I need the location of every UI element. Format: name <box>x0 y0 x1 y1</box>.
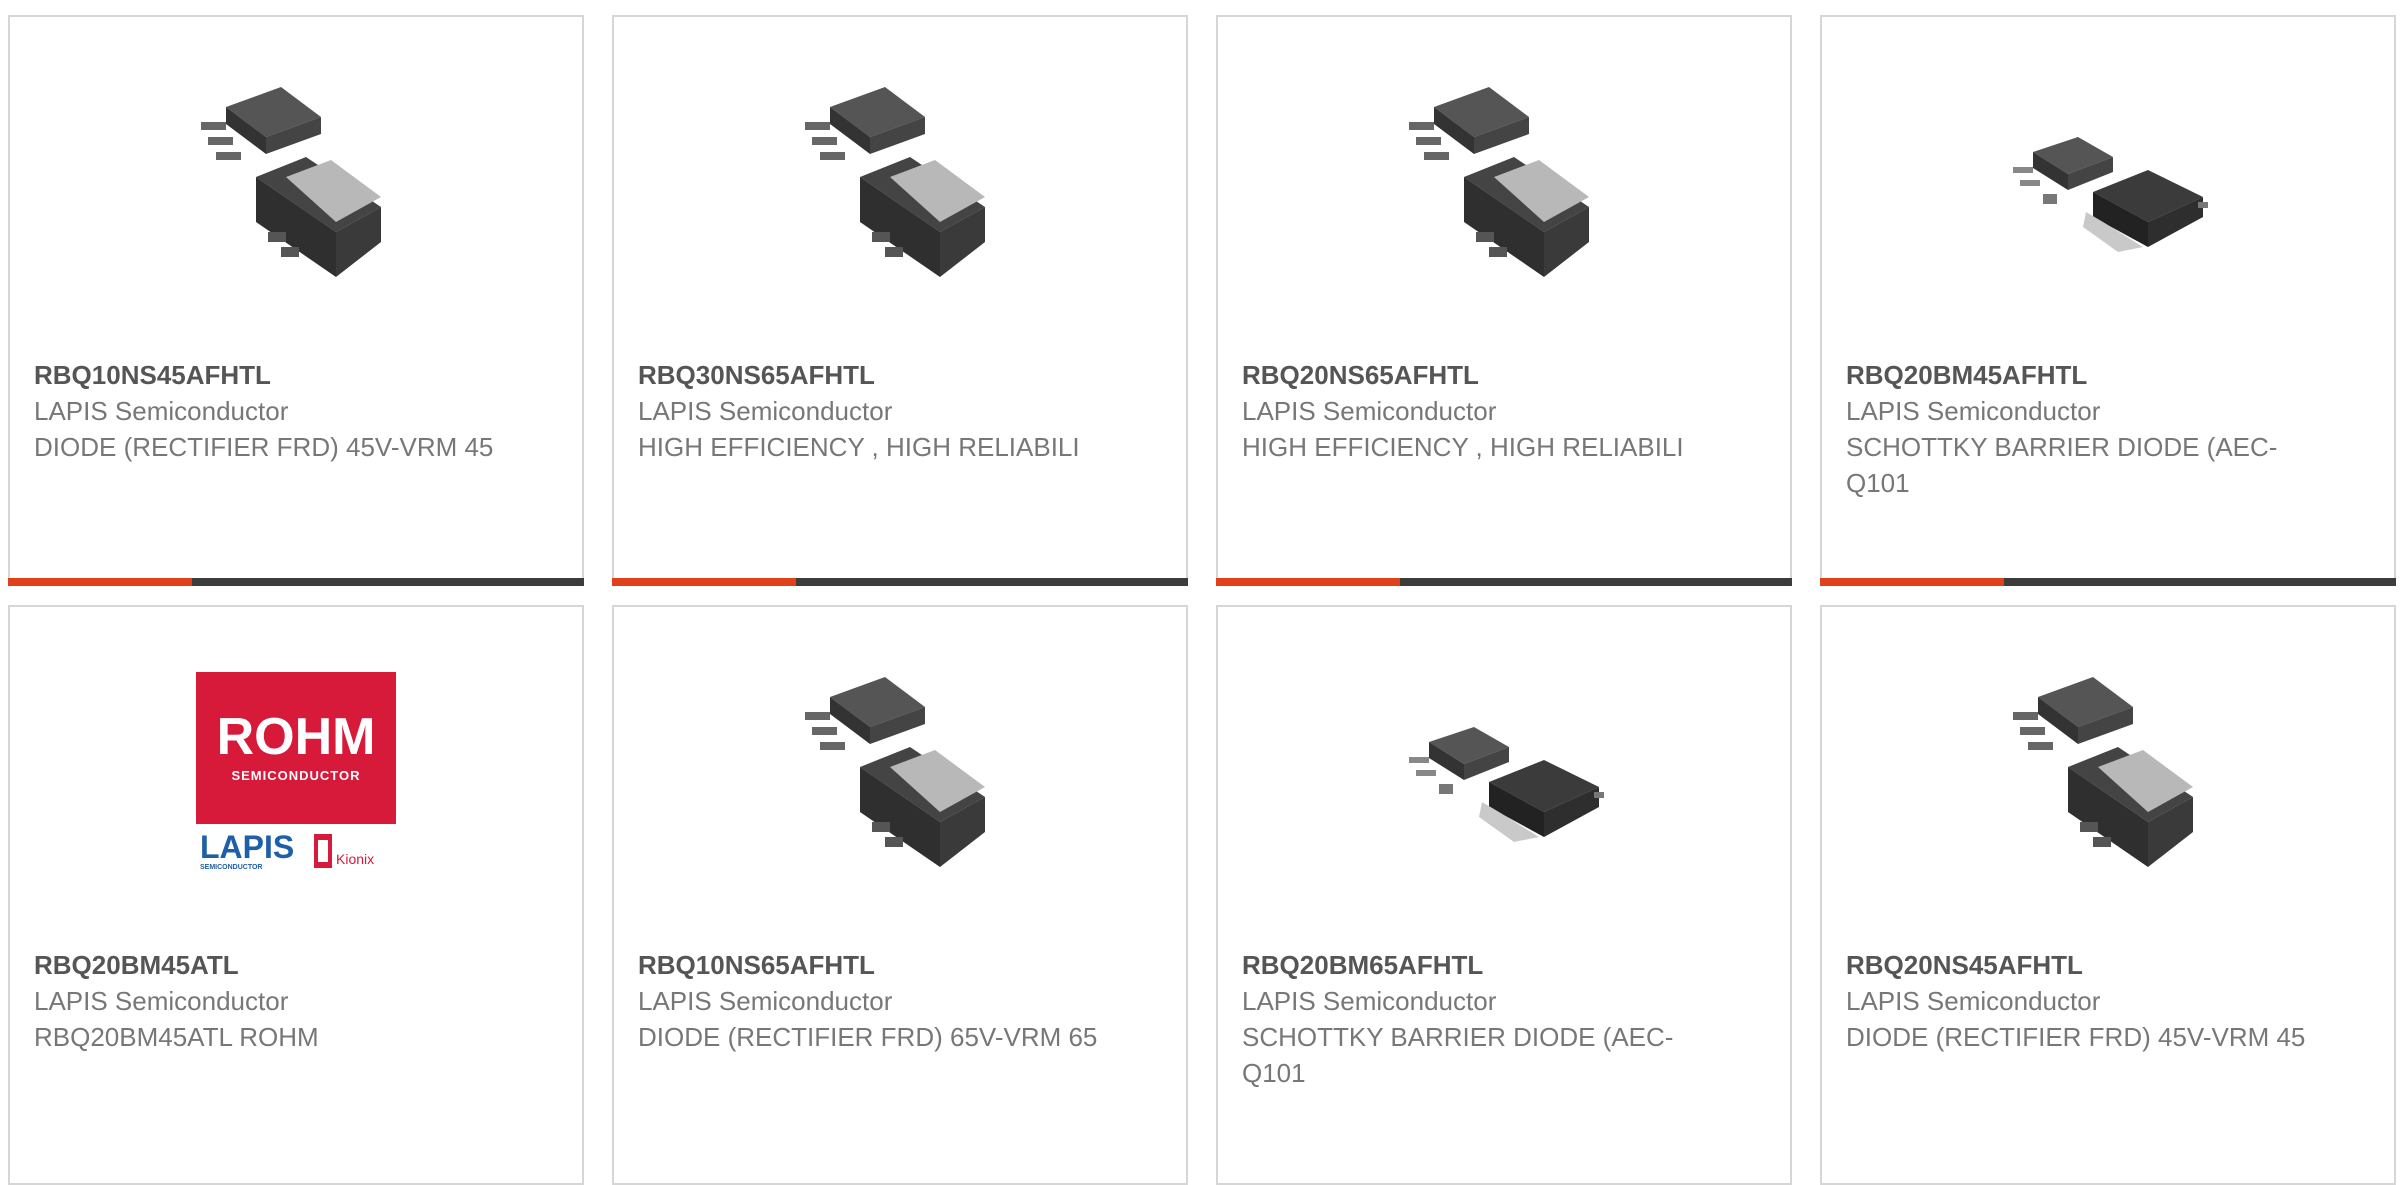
product-info: RBQ10NS65AFHTL LAPIS Semiconductor DIODE… <box>638 947 1162 1055</box>
product-image <box>1404 82 1604 282</box>
part-number[interactable]: RBQ10NS45AFHTL <box>34 357 558 393</box>
rohm-logo: ROHM SEMICONDUCTOR LAPIS SEMICONDUCTOR K… <box>196 672 396 871</box>
product-info: RBQ20BM45AFHTL LAPIS Semiconductor SCHOT… <box>1846 357 2370 501</box>
card-footer-bar <box>1820 578 2396 586</box>
rohm-brand: ROHM <box>217 708 376 766</box>
product-image <box>800 82 1000 282</box>
product-grid: RBQ10NS45AFHTL LAPIS Semiconductor DIODE… <box>0 0 2400 1185</box>
product-image <box>2008 82 2208 282</box>
card-footer-bar <box>1216 578 1792 586</box>
dpak-package-icon <box>805 87 985 277</box>
manufacturer: LAPIS Semiconductor <box>1242 396 1497 426</box>
manufacturer: LAPIS Semiconductor <box>34 396 289 426</box>
manufacturer: LAPIS Semiconductor <box>34 986 289 1016</box>
product-description: SCHOTTKY BARRIER DIODE (AEC-Q101 <box>1242 1022 1674 1088</box>
product-info: RBQ20BM45ATL LAPIS Semiconductor RBQ20BM… <box>34 947 558 1055</box>
part-number[interactable]: RBQ20BM65AFHTL <box>1242 947 1766 983</box>
card-footer-bar <box>612 578 1188 586</box>
part-number[interactable]: RBQ20BM45ATL <box>34 947 558 983</box>
part-number[interactable]: RBQ20NS45AFHTL <box>1846 947 2370 983</box>
accent-bar <box>612 578 796 586</box>
accent-bar <box>1820 578 2004 586</box>
product-description: DIODE (RECTIFIER FRD) 65V-VRM 65 <box>638 1022 1098 1052</box>
product-card[interactable]: RBQ20BM65AFHTL LAPIS Semiconductor SCHOT… <box>1216 605 1792 1185</box>
manufacturer: LAPIS Semiconductor <box>1846 396 2101 426</box>
manufacturer: LAPIS Semiconductor <box>638 986 893 1016</box>
product-info: RBQ10NS45AFHTL LAPIS Semiconductor DIODE… <box>34 357 558 465</box>
rohm-sub: SEMICONDUCTOR <box>231 768 360 783</box>
product-description: DIODE (RECTIFIER FRD) 45V-VRM 45 <box>34 432 494 462</box>
product-image: ROHM SEMICONDUCTOR LAPIS SEMICONDUCTOR K… <box>196 672 396 872</box>
manufacturer: LAPIS Semiconductor <box>1242 986 1497 1016</box>
product-card[interactable]: RBQ10NS65AFHTL LAPIS Semiconductor DIODE… <box>612 605 1188 1185</box>
product-card[interactable]: RBQ20NS65AFHTL LAPIS Semiconductor HIGH … <box>1216 15 1792 586</box>
to252-package-icon <box>2013 137 2208 252</box>
manufacturer: LAPIS Semiconductor <box>638 396 893 426</box>
product-image <box>2008 672 2208 872</box>
part-number[interactable]: RBQ10NS65AFHTL <box>638 947 1162 983</box>
card-footer-bar <box>8 578 584 586</box>
product-info: RBQ20BM65AFHTL LAPIS Semiconductor SCHOT… <box>1242 947 1766 1091</box>
product-image <box>800 672 1000 872</box>
dpak-package-icon <box>805 677 985 867</box>
lapis-sub: SEMICONDUCTOR <box>200 864 262 871</box>
product-card[interactable]: RBQ30NS65AFHTL LAPIS Semiconductor HIGH … <box>612 15 1188 586</box>
product-card[interactable]: ROHM SEMICONDUCTOR LAPIS SEMICONDUCTOR K… <box>8 605 584 1185</box>
part-number[interactable]: RBQ30NS65AFHTL <box>638 357 1162 393</box>
to252-package-icon <box>1409 727 1604 842</box>
product-description: HIGH EFFICIENCY , HIGH RELIABILI <box>638 432 1080 462</box>
product-card[interactable]: RBQ20NS45AFHTL LAPIS Semiconductor DIODE… <box>1820 605 2396 1185</box>
product-image <box>196 82 396 282</box>
product-info: RBQ30NS65AFHTL LAPIS Semiconductor HIGH … <box>638 357 1162 465</box>
product-info: RBQ20NS45AFHTL LAPIS Semiconductor DIODE… <box>1846 947 2370 1055</box>
product-card[interactable]: RBQ20BM45AFHTL LAPIS Semiconductor SCHOT… <box>1820 15 2396 586</box>
accent-bar <box>1216 578 1400 586</box>
product-image <box>1404 672 1604 872</box>
part-number[interactable]: RBQ20NS65AFHTL <box>1242 357 1766 393</box>
part-number[interactable]: RBQ20BM45AFHTL <box>1846 357 2370 393</box>
manufacturer: LAPIS Semiconductor <box>1846 986 2101 1016</box>
product-info: RBQ20NS65AFHTL LAPIS Semiconductor HIGH … <box>1242 357 1766 465</box>
product-description: DIODE (RECTIFIER FRD) 45V-VRM 45 <box>1846 1022 2306 1052</box>
lapis-brand: LAPIS <box>200 829 294 865</box>
product-description: SCHOTTKY BARRIER DIODE (AEC-Q101 <box>1846 432 2278 498</box>
product-card[interactable]: RBQ10NS45AFHTL LAPIS Semiconductor DIODE… <box>8 15 584 586</box>
product-description: RBQ20BM45ATL ROHM <box>34 1022 319 1052</box>
accent-bar <box>8 578 192 586</box>
kionix-brand: Kionix <box>336 851 374 867</box>
dpak-package-icon <box>2013 677 2193 867</box>
dpak-package-icon <box>201 87 381 277</box>
product-description: HIGH EFFICIENCY , HIGH RELIABILI <box>1242 432 1684 462</box>
dpak-package-icon <box>1409 87 1589 277</box>
